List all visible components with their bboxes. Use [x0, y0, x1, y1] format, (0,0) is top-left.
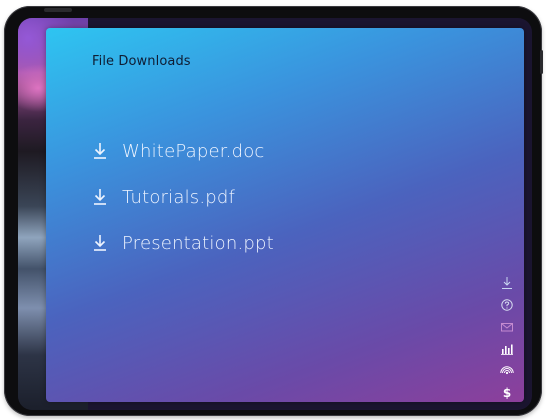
mail-icon[interactable]: [500, 320, 514, 334]
download-icon: [94, 235, 106, 251]
tablet-screen: File Downloads WhitePaper.doc Tutorials.…: [18, 18, 532, 410]
file-name: Tutorials.pdf: [122, 186, 236, 208]
help-icon[interactable]: [500, 298, 514, 312]
tablet-device: File Downloads WhitePaper.doc Tutorials.…: [4, 6, 543, 416]
bar-chart-icon[interactable]: [500, 342, 514, 356]
file-item-tutorials[interactable]: Tutorials.pdf: [92, 174, 274, 220]
broadcast-icon[interactable]: [500, 364, 514, 378]
download-icon: [94, 189, 106, 205]
file-item-whitepaper[interactable]: WhitePaper.doc: [92, 128, 274, 174]
file-item-presentation[interactable]: Presentation.ppt: [92, 220, 274, 266]
tablet-side-button: [540, 50, 543, 74]
page-title: File Downloads: [92, 54, 191, 69]
download-icon: [94, 143, 106, 159]
file-name: Presentation.ppt: [122, 232, 274, 254]
file-name: WhitePaper.doc: [122, 140, 265, 162]
side-nav: $: [500, 276, 514, 408]
tablet-top-button: [44, 8, 72, 12]
file-list: WhitePaper.doc Tutorials.pdf Presentatio…: [92, 128, 274, 266]
dollar-icon[interactable]: $: [500, 386, 514, 400]
download-icon[interactable]: [500, 276, 514, 290]
file-downloads-panel: File Downloads WhitePaper.doc Tutorials.…: [46, 28, 524, 402]
